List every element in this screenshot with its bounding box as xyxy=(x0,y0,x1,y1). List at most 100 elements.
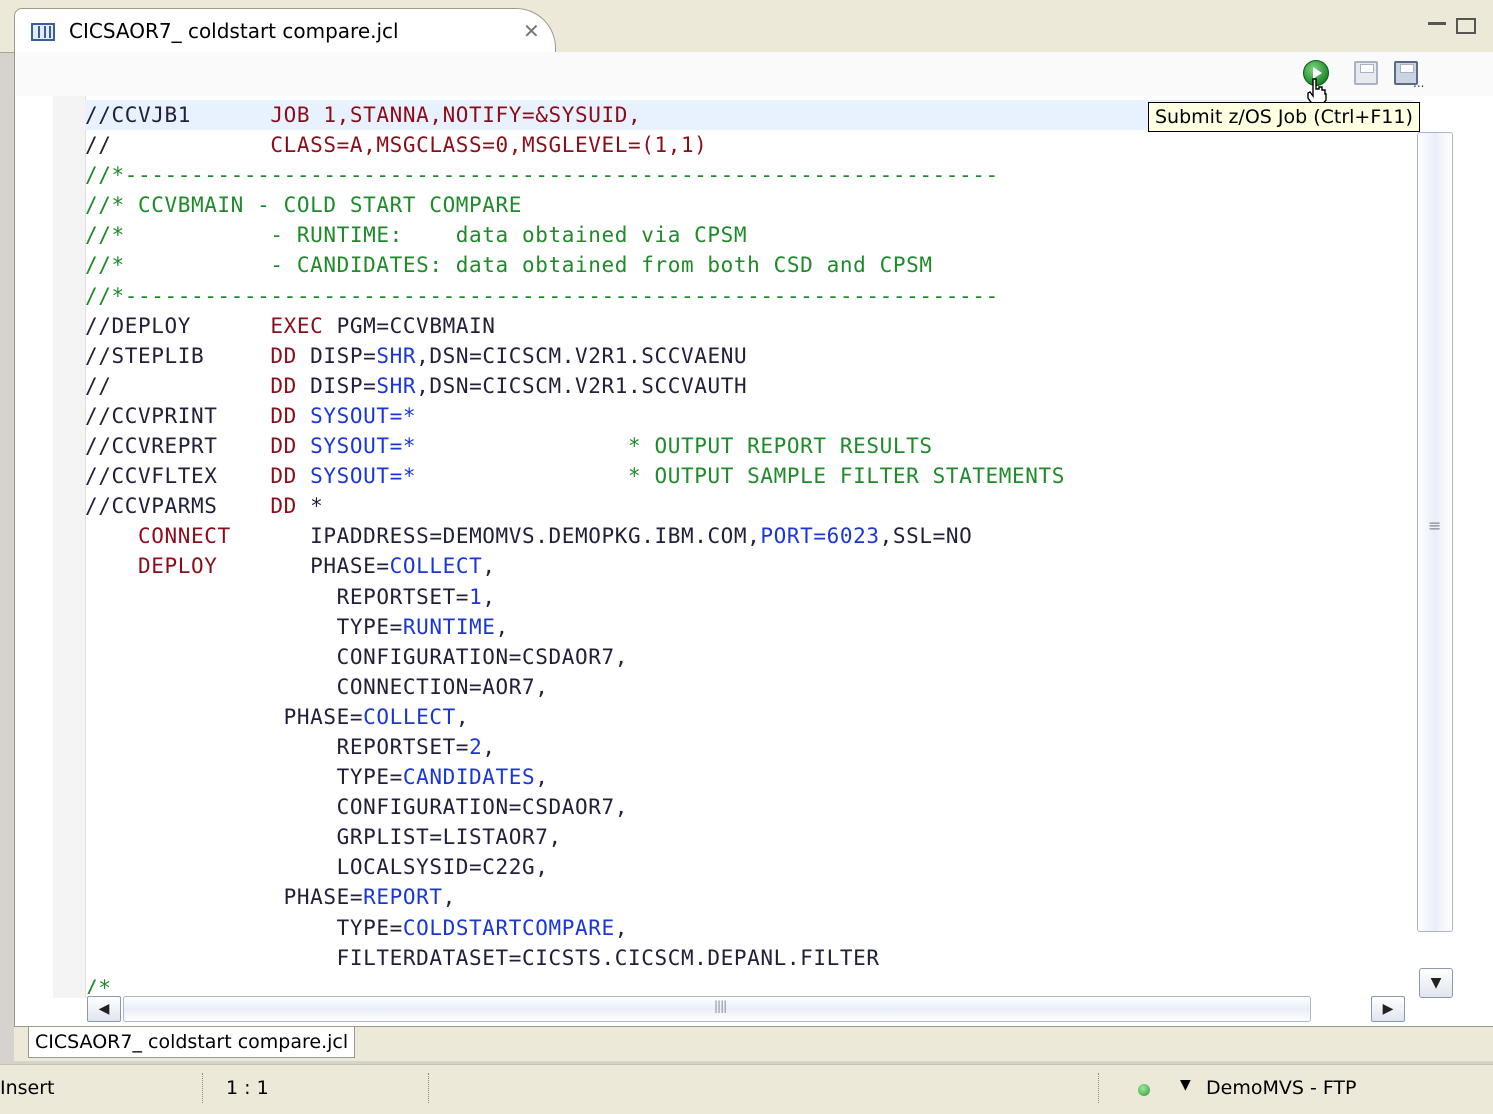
code-token: LOCALSYSID=C22G, xyxy=(85,855,549,880)
save-button[interactable] xyxy=(1351,58,1381,88)
code-line[interactable]: //CCVREPRT DD SYSOUT=* * OUTPUT REPORT R… xyxy=(85,431,1413,461)
minimize-icon[interactable] xyxy=(1428,14,1450,34)
code-token: CONFIGURATION=CSDAOR7, xyxy=(85,795,628,820)
code-token: //* - CANDIDATES: data obtained from bot… xyxy=(85,253,933,278)
code-token: //* CCVBMAIN - COLD START COMPARE xyxy=(85,193,523,218)
code-line[interactable]: TYPE=COLDSTARTCOMPARE, xyxy=(85,913,1413,943)
code-token: RUNTIME xyxy=(402,614,496,639)
code-line[interactable]: CONFIGURATION=CSDAOR7, xyxy=(85,642,1413,672)
code-text-area[interactable]: //CCVJB1 JOB 1,STANNA,NOTIFY=&SYSUID, // … xyxy=(85,100,1413,994)
insert-mode-status: Insert xyxy=(0,1077,55,1099)
code-token: , xyxy=(495,614,509,639)
editor-tab-strip: CICSAOR7_ coldstart compare.jcl ✕ xyxy=(0,0,1493,53)
connection-status-icon xyxy=(1138,1084,1150,1096)
code-token: , xyxy=(614,915,628,940)
code-line[interactable]: FILTERDATASET=CICSTS.CICSCM.DEPANL.FILTE… xyxy=(85,943,1413,973)
code-token: GRPLIST=LISTAOR7, xyxy=(85,825,562,850)
code-token: CONFIGURATION=CSDAOR7, xyxy=(85,644,628,669)
code-token: PHASE= xyxy=(85,704,364,729)
connection-status-label[interactable]: DemoMVS - FTP xyxy=(1206,1077,1357,1099)
horizontal-scroll-thumb[interactable]: |||| xyxy=(123,996,1311,1022)
code-line[interactable]: //*-------------------------------------… xyxy=(85,281,1413,311)
code-line[interactable]: REPORTSET=1, xyxy=(85,582,1413,612)
code-line[interactable]: DEPLOY PHASE=COLLECT, xyxy=(85,551,1413,581)
code-token: //CCVPRINT xyxy=(85,403,271,428)
code-token: DD xyxy=(270,464,297,489)
editor-toolbar: ... xyxy=(14,52,1493,96)
code-token: //CCVFLTEX xyxy=(85,464,271,489)
code-token: PORT=6023 xyxy=(760,524,880,549)
horizontal-scrollbar[interactable]: ◀ |||| ▶ xyxy=(87,994,1413,1024)
vertical-scroll-thumb[interactable]: ≡ xyxy=(1417,132,1453,932)
code-line[interactable]: // CLASS=A,MSGCLASS=0,MSGLEVEL=(1,1) xyxy=(85,130,1413,160)
save-as-button[interactable]: ... xyxy=(1391,58,1424,90)
code-token: * OUTPUT REPORT RESULTS xyxy=(416,434,933,459)
code-line[interactable]: PHASE=COLLECT, xyxy=(85,702,1413,732)
code-token: SHR xyxy=(376,343,417,368)
code-token: , xyxy=(482,554,496,579)
code-line[interactable]: CONNECT IPADDRESS=DEMOMVS.DEMOPKG.IBM.CO… xyxy=(85,521,1413,551)
code-line[interactable]: CONNECTION=AOR7, xyxy=(85,672,1413,702)
code-line[interactable]: TYPE=CANDIDATES, xyxy=(85,762,1413,792)
editor-ruler xyxy=(53,96,86,998)
editor-page-tab-row: CICSAOR7_ coldstart compare.jcl xyxy=(14,1026,1493,1061)
scroll-left-button[interactable]: ◀ xyxy=(87,996,121,1022)
scroll-grip-icon: |||| xyxy=(714,999,727,1013)
submit-job-tooltip: Submit z/OS Job (Ctrl+F11) xyxy=(1148,102,1420,132)
code-line[interactable]: //CCVFLTEX DD SYSOUT=* * OUTPUT SAMPLE F… xyxy=(85,461,1413,491)
code-token: TYPE= xyxy=(85,614,403,639)
code-token: CONNECTION=AOR7, xyxy=(85,674,549,699)
code-line[interactable]: PHASE=REPORT, xyxy=(85,882,1413,912)
close-tab-icon[interactable]: ✕ xyxy=(523,19,540,43)
code-token: TYPE= xyxy=(85,765,403,790)
code-token: //DEPLOY xyxy=(85,313,271,338)
code-token: //CCVPARMS xyxy=(85,494,271,519)
code-line[interactable]: //CCVPRINT DD SYSOUT=* xyxy=(85,401,1413,431)
connection-dropdown-icon[interactable]: ▼ xyxy=(1180,1077,1191,1093)
code-token: //STEPLIB xyxy=(85,343,271,368)
code-line[interactable]: //*-------------------------------------… xyxy=(85,160,1413,190)
code-token: TYPE= xyxy=(85,915,403,940)
code-token: SYSOUT=* xyxy=(296,464,417,489)
scroll-right-button[interactable]: ▶ xyxy=(1371,996,1405,1022)
code-editor[interactable]: //CCVJB1 JOB 1,STANNA,NOTIFY=&SYSUID, // … xyxy=(14,96,1493,1026)
code-token: , xyxy=(482,584,496,609)
code-line[interactable]: /* xyxy=(85,973,1413,994)
code-token: DD xyxy=(270,373,297,398)
code-line[interactable]: // DD DISP=SHR,DSN=CICSCM.V2R1.SCCVAUTH xyxy=(85,371,1413,401)
code-token: , xyxy=(535,765,549,790)
editor-tab-label: CICSAOR7_ coldstart compare.jcl xyxy=(69,19,399,43)
code-line[interactable]: GRPLIST=LISTAOR7, xyxy=(85,822,1413,852)
scroll-down-button[interactable]: ▼ xyxy=(1419,968,1453,998)
code-line[interactable]: //* CCVBMAIN - COLD START COMPARE xyxy=(85,190,1413,220)
code-line[interactable]: TYPE=RUNTIME, xyxy=(85,612,1413,642)
editor-page-tab[interactable]: CICSAOR7_ coldstart compare.jcl xyxy=(28,1027,356,1058)
editor-tab[interactable]: CICSAOR7_ coldstart compare.jcl ✕ xyxy=(14,8,556,53)
code-token: // xyxy=(85,133,271,158)
code-line[interactable]: //STEPLIB DD DISP=SHR,DSN=CICSCM.V2R1.SC… xyxy=(85,341,1413,371)
code-token: DD xyxy=(270,494,297,519)
code-line[interactable]: CONFIGURATION=CSDAOR7, xyxy=(85,792,1413,822)
vertical-scrollbar[interactable]: ≡ ▼ xyxy=(1415,132,1453,1022)
code-token: //*-------------------------------------… xyxy=(85,283,999,308)
code-line[interactable]: //DEPLOY EXEC PGM=CCVBMAIN xyxy=(85,311,1413,341)
code-line[interactable]: LOCALSYSID=C22G, xyxy=(85,852,1413,882)
code-token: FILTERDATASET=CICSTS.CICSCM.DEPANL.FILTE… xyxy=(85,945,880,970)
code-line[interactable]: //* - CANDIDATES: data obtained from bot… xyxy=(85,250,1413,280)
code-line[interactable]: //* - RUNTIME: data obtained via CPSM xyxy=(85,220,1413,250)
code-token: //*-------------------------------------… xyxy=(85,163,999,188)
code-token: * OUTPUT SAMPLE FILTER STATEMENTS xyxy=(416,464,1066,489)
code-token: DD xyxy=(270,343,297,368)
code-token: EXEC xyxy=(270,313,324,338)
code-token: CANDIDATES xyxy=(402,765,536,790)
code-token: CLASS=A,MSGCLASS=0,MSGLEVEL=(1,1) xyxy=(270,133,708,158)
code-token: , xyxy=(482,734,496,759)
code-token: REPORTSET= xyxy=(85,584,470,609)
code-line[interactable]: REPORTSET=2, xyxy=(85,732,1413,762)
code-token: //CCVREPRT xyxy=(85,434,271,459)
code-token: DD xyxy=(270,403,297,428)
code-line[interactable]: //CCVPARMS DD * xyxy=(85,491,1413,521)
code-token: SHR xyxy=(376,373,417,398)
maximize-icon[interactable] xyxy=(1456,18,1476,34)
